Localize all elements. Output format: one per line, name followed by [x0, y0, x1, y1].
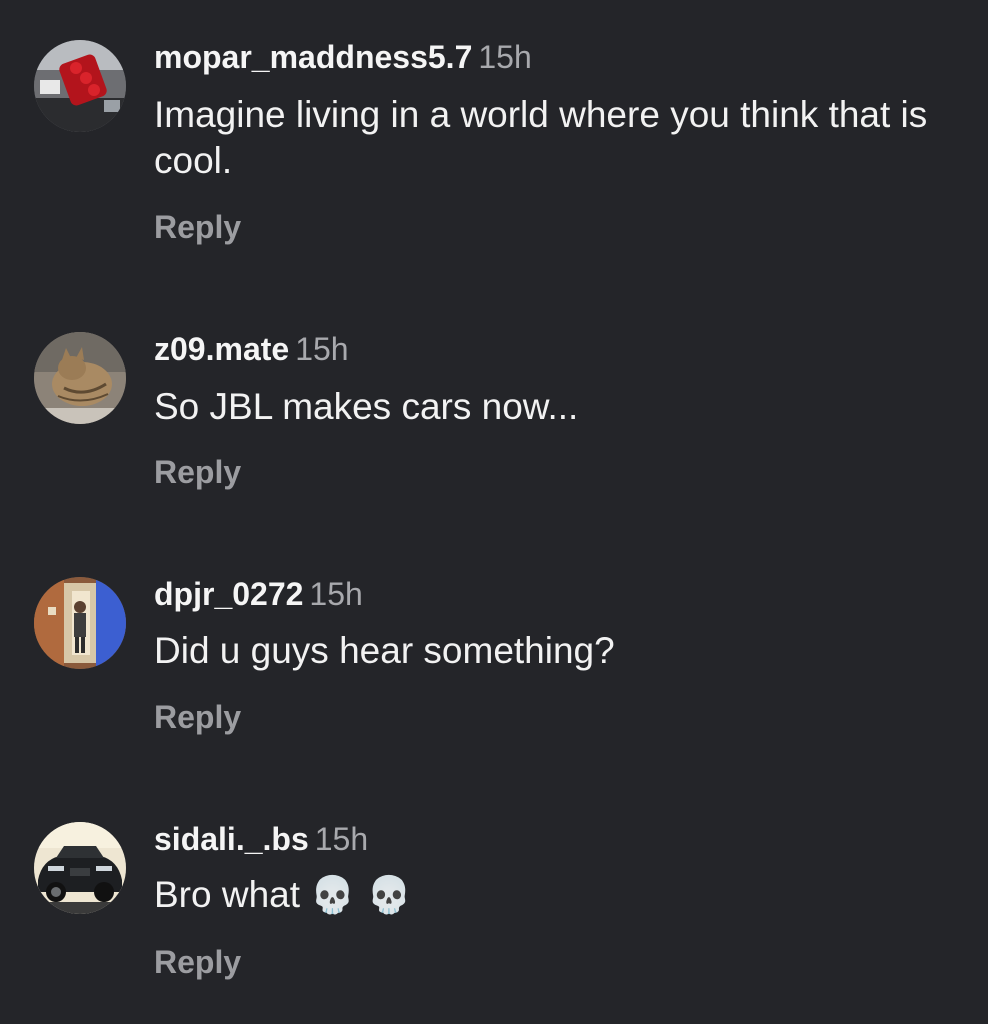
skull-emoji-icon: 💀 💀: [310, 875, 412, 916]
avatar[interactable]: [34, 822, 126, 914]
mirror-selfie-icon: [34, 577, 126, 669]
engine-photo-icon: [34, 40, 126, 132]
reply-button[interactable]: Reply: [154, 453, 241, 491]
comment-header: mopar_maddness5.7 15h: [154, 38, 532, 76]
reply-button[interactable]: Reply: [154, 208, 241, 246]
car-photo-icon: [34, 822, 126, 914]
cat-photo-icon: [34, 332, 126, 424]
timestamp: 15h: [478, 39, 532, 75]
comment-text-content: Bro what: [154, 874, 301, 915]
username[interactable]: dpjr_0272: [154, 576, 303, 612]
username[interactable]: z09.mate: [154, 331, 289, 367]
avatar[interactable]: [34, 40, 126, 132]
comment-text: Imagine living in a world where you thin…: [154, 94, 928, 181]
reply-button[interactable]: Reply: [154, 698, 241, 736]
comment-header: sidali._.bs 15h: [154, 820, 368, 858]
reply-button[interactable]: Reply: [154, 943, 241, 981]
comment-text: Did u guys hear something?: [154, 630, 615, 671]
timestamp: 15h: [314, 821, 369, 857]
comment-header: dpjr_0272 15h: [154, 575, 363, 613]
comment-text: Bro what 💀 💀: [154, 872, 954, 919]
comment-text: So JBL makes cars now...: [154, 386, 579, 427]
username[interactable]: mopar_maddness5.7: [154, 39, 472, 75]
comment-header: z09.mate 15h: [154, 330, 349, 368]
avatar[interactable]: [34, 577, 126, 669]
avatar[interactable]: [34, 332, 126, 424]
username[interactable]: sidali._.bs: [154, 821, 309, 857]
timestamp: 15h: [295, 331, 349, 367]
timestamp: 15h: [309, 576, 363, 612]
